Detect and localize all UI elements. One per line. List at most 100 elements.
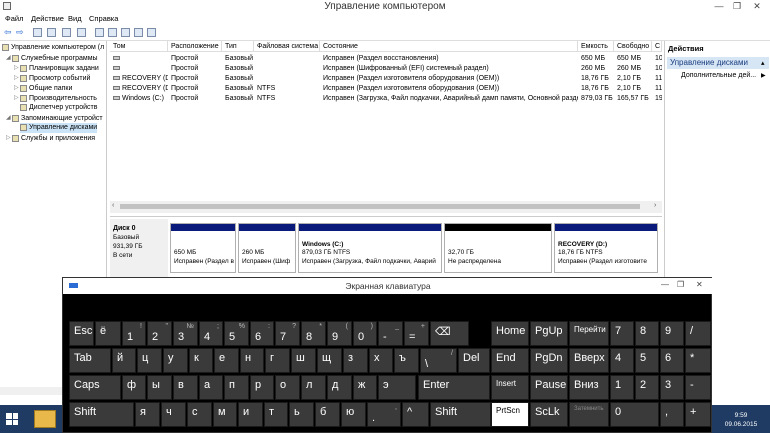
collapse-arrow-icon[interactable]: ▴ xyxy=(761,59,765,67)
key[interactable]: т xyxy=(264,402,288,427)
maximize-button[interactable]: ❐ xyxy=(730,0,744,12)
key[interactable]: 6 xyxy=(660,348,684,373)
key[interactable]: 3 № xyxy=(173,321,198,346)
tree-item-performance[interactable]: ▷ Производительность xyxy=(14,93,97,103)
start-icon[interactable] xyxy=(6,413,18,425)
key[interactable]: ж xyxy=(353,375,377,400)
minimize-button[interactable]: — xyxy=(712,0,726,12)
key[interactable]: 0 xyxy=(610,402,659,427)
tree-root[interactable]: Управление компьютером (л xyxy=(2,43,104,53)
partition-windows[interactable]: Windows (C:) 879,03 ГБ NTFS Исправен (За… xyxy=(298,223,442,273)
key[interactable]: ш xyxy=(291,348,316,373)
table-row[interactable]: Простой Базовый Исправен (Шифрованный (EFI… xyxy=(110,64,662,74)
column-header[interactable]: Файловая система xyxy=(254,41,320,52)
key[interactable]: а xyxy=(199,375,223,400)
table-row[interactable]: RECOVERY (D:)Простой Базовый Исправен (Раз… xyxy=(110,74,662,84)
tree-item-utilities[interactable]: ◢ Служебные программы xyxy=(6,53,98,63)
key[interactable]: Вниз xyxy=(569,375,609,400)
key[interactable]: PrtScn xyxy=(491,402,529,427)
key[interactable]: ., xyxy=(367,402,401,427)
folder-up-icon[interactable] xyxy=(33,28,42,37)
column-header[interactable]: Состояние xyxy=(320,41,578,52)
key[interactable]: и xyxy=(238,402,263,427)
help-icon[interactable] xyxy=(77,28,86,37)
column-header[interactable]: С xyxy=(652,41,662,52)
key[interactable]: б xyxy=(315,402,340,427)
key[interactable]: - xyxy=(685,375,711,400)
column-header[interactable]: Том xyxy=(110,41,168,52)
submenu-arrow-icon[interactable]: ▶ xyxy=(761,72,766,79)
key[interactable]: г xyxy=(265,348,290,373)
key[interactable]: 9( xyxy=(327,321,352,346)
back-arrow-icon[interactable]: ⇦ xyxy=(4,27,12,38)
key[interactable]: 7 xyxy=(610,321,634,346)
key[interactable]: 1 xyxy=(610,375,634,400)
partition-recovery-d[interactable]: RECOVERY (D:) 18,76 ГБ NTFS Исправен (Ра… xyxy=(554,223,658,273)
key[interactable]: End xyxy=(491,348,529,373)
table-row[interactable]: Windows (C:) Простой Базовый NTFS Исправен (… xyxy=(110,94,662,104)
close-button[interactable]: ✕ xyxy=(750,0,764,12)
key[interactable]: 9 xyxy=(660,321,684,346)
export-icon[interactable] xyxy=(108,28,117,37)
key[interactable]: ц xyxy=(137,348,162,373)
tree-item-events[interactable]: ▷ Просмотр событий xyxy=(14,73,90,83)
key[interactable]: / xyxy=(685,321,711,346)
key[interactable]: 2 xyxy=(635,375,659,400)
key[interactable]: н xyxy=(240,348,264,373)
key[interactable]: 5 xyxy=(635,348,659,373)
tree-item-shared-folders[interactable]: ▷ Общие папки xyxy=(14,83,72,93)
key[interactable]: + xyxy=(685,402,711,427)
tree-item-storage[interactable]: ◢ Запоминающие устройст xyxy=(6,113,103,123)
menu-action[interactable]: Действие xyxy=(31,14,64,23)
key[interactable]: Tab xyxy=(69,348,111,373)
key[interactable]: 1! xyxy=(122,321,146,346)
key[interactable]: , xyxy=(660,402,684,427)
key[interactable]: ы xyxy=(147,375,172,400)
tree-item-disk-management[interactable]: Управление дисками xyxy=(20,123,98,133)
column-header[interactable]: Емкость xyxy=(578,41,614,52)
tree-scrollbar[interactable] xyxy=(0,387,62,395)
key[interactable]: м xyxy=(213,402,237,427)
column-header[interactable]: Расположение xyxy=(168,41,222,52)
key[interactable]: л xyxy=(301,375,326,400)
key[interactable]: - _ xyxy=(378,321,403,346)
disk-label[interactable]: Диск 0 Базовый 931,39 ГБ В сети xyxy=(110,219,168,277)
key[interactable]: ё xyxy=(95,321,121,346)
key[interactable]: PgDn xyxy=(530,348,568,373)
key[interactable]: с xyxy=(187,402,212,427)
key[interactable]: = + xyxy=(404,321,429,346)
view-icon[interactable] xyxy=(147,28,156,37)
key[interactable]: э xyxy=(378,375,416,400)
rescan-icon[interactable] xyxy=(95,28,104,37)
key[interactable]: 6: xyxy=(250,321,274,346)
partition-unallocated[interactable]: 32,70 ГБ Не распределена xyxy=(444,223,552,273)
tree-item-scheduler[interactable]: ▷ Планировщик задани xyxy=(14,63,99,73)
key[interactable]: ⌫ xyxy=(430,321,469,346)
key[interactable]: 5% xyxy=(224,321,249,346)
key[interactable]: к xyxy=(189,348,213,373)
key[interactable]: д xyxy=(327,375,352,400)
menu-help[interactable]: Справка xyxy=(89,14,118,23)
horizontal-scrollbar[interactable]: ‹ › xyxy=(110,201,662,213)
key[interactable]: Перейти xyxy=(569,321,609,346)
key[interactable]: у xyxy=(163,348,188,373)
key[interactable]: ScLk xyxy=(530,402,568,427)
key[interactable]: Shift xyxy=(430,402,491,427)
scroll-left-icon[interactable]: ‹ xyxy=(112,202,114,209)
key[interactable]: 4; xyxy=(199,321,223,346)
key[interactable]: й xyxy=(112,348,136,373)
key[interactable]: х xyxy=(369,348,393,373)
key[interactable]: о xyxy=(275,375,300,400)
key[interactable]: е xyxy=(214,348,239,373)
key[interactable]: 4 xyxy=(610,348,634,373)
key[interactable]: р xyxy=(250,375,274,400)
key[interactable]: Esc xyxy=(69,321,94,346)
key[interactable]: я xyxy=(135,402,160,427)
scrollbar-thumb[interactable] xyxy=(120,204,640,209)
key[interactable]: 2 " xyxy=(147,321,172,346)
key[interactable]: Shift xyxy=(69,402,134,427)
key[interactable]: в xyxy=(173,375,198,400)
clock[interactable]: 9:59 09.06.2015 xyxy=(712,411,770,429)
key[interactable]: ч xyxy=(161,402,186,427)
menu-view[interactable]: Вид xyxy=(68,14,82,23)
